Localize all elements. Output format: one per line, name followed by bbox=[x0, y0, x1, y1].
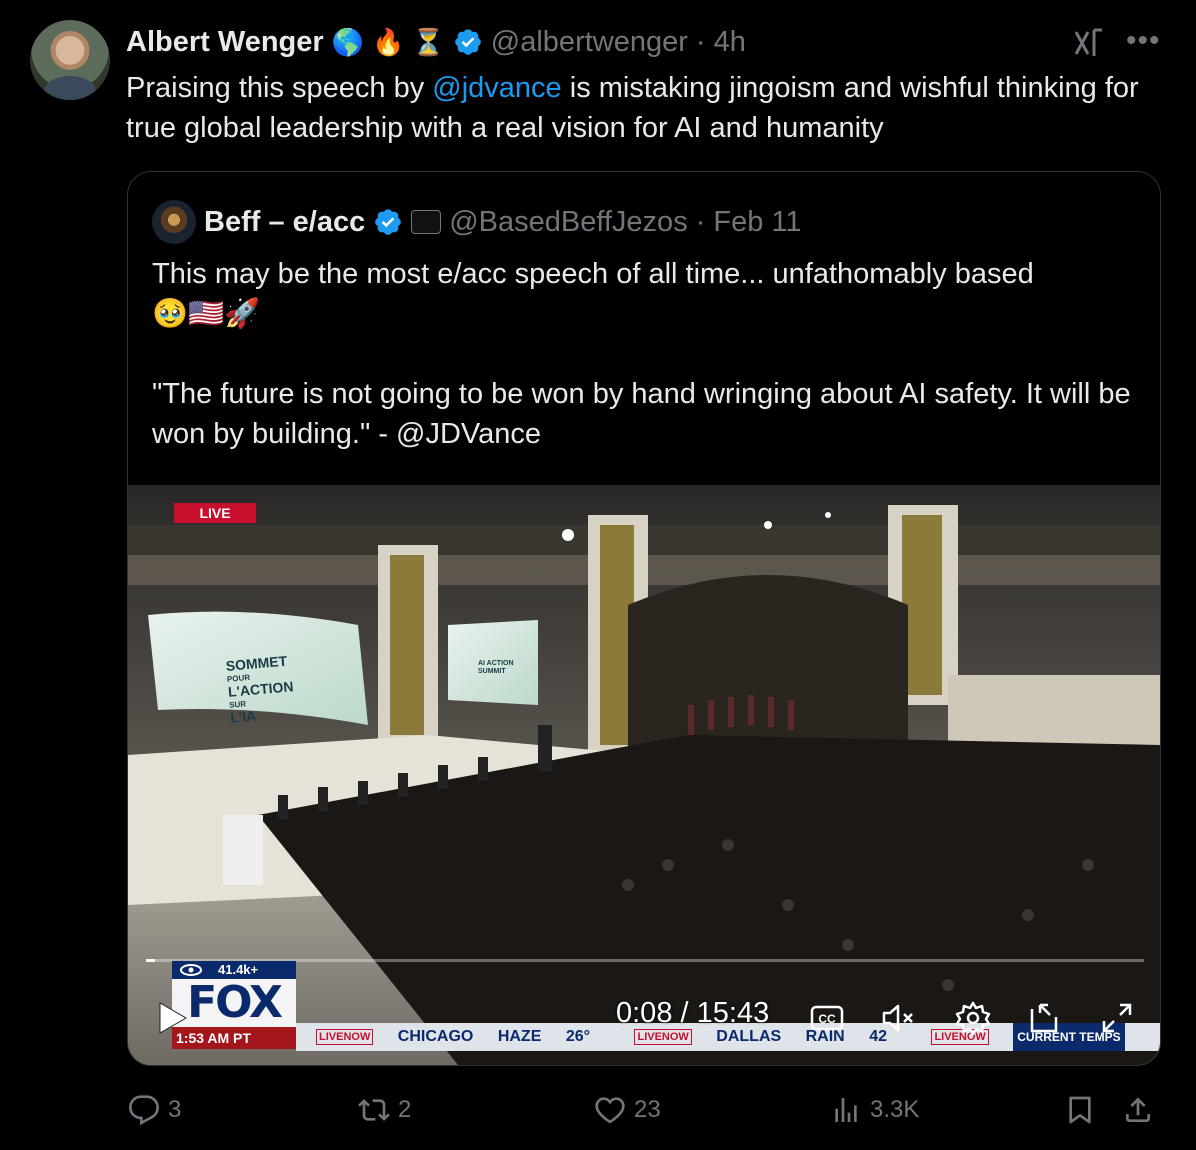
ticker-live-now-2: LIVENOW bbox=[634, 1028, 692, 1045]
quote-date[interactable]: Feb 11 bbox=[713, 206, 801, 239]
ticker-live-now: LIVENOW bbox=[316, 1028, 374, 1045]
video-player[interactable]: SOMMET POUR L'ACTION SUR L'IA AI ACTION … bbox=[128, 485, 1160, 1065]
avatar-shirt bbox=[44, 76, 96, 100]
summit-screen2-text: AI ACTION SUMMIT bbox=[478, 660, 514, 676]
picture-in-picture-icon[interactable] bbox=[1026, 999, 1064, 1037]
tweet-time[interactable]: 4h bbox=[714, 26, 746, 59]
settings-icon[interactable] bbox=[954, 999, 992, 1037]
ticker-city1: CHICAGO bbox=[397, 1028, 474, 1045]
share-icon bbox=[1126, 1097, 1150, 1122]
fullscreen-icon[interactable] bbox=[1098, 999, 1136, 1037]
quote-author-avatar[interactable] bbox=[152, 200, 196, 244]
progress-fill bbox=[146, 959, 155, 962]
time-separator: / bbox=[672, 997, 697, 1029]
eye-icon bbox=[180, 964, 202, 976]
grok-icon[interactable] bbox=[1072, 26, 1106, 60]
fox-logo: FOX bbox=[172, 979, 296, 1027]
reply-button[interactable]: 3 bbox=[128, 1092, 181, 1128]
tweet-header: Albert Wenger 🌎 🔥 ⏳ @albertwenger · 4h bbox=[126, 22, 746, 62]
ticker-temp1: 26° bbox=[565, 1028, 591, 1045]
fire-emoji: 🔥 bbox=[372, 27, 405, 57]
quote-emojis: 🥹🇺🇸🚀 bbox=[152, 298, 261, 330]
share-button[interactable] bbox=[1122, 1092, 1154, 1128]
tweet-text-start: Praising this speech by bbox=[126, 72, 433, 104]
reply-icon bbox=[128, 1095, 159, 1126]
repost-count: 2 bbox=[398, 1096, 412, 1123]
views-button[interactable]: 3.3K bbox=[830, 1092, 919, 1128]
summit2-text-2: SUMMIT bbox=[478, 668, 506, 675]
quote-text: This may be the most e/acc speech of all… bbox=[152, 254, 1142, 454]
closed-captions-icon[interactable]: CC bbox=[808, 999, 846, 1037]
like-button[interactable]: 23 bbox=[594, 1092, 661, 1128]
heart-icon bbox=[595, 1097, 625, 1124]
views-count: 3.3K bbox=[870, 1096, 920, 1123]
like-count: 23 bbox=[634, 1096, 661, 1123]
quoted-tweet[interactable]: Beff – e/acc @BasedBeffJezos · Feb 11 Th… bbox=[127, 171, 1161, 1066]
summit-screen-text: SOMMET POUR L'ACTION SUR L'IA bbox=[225, 653, 296, 726]
repost-icon bbox=[358, 1099, 390, 1121]
action-bar: 3 2 23 3.3K bbox=[128, 1092, 1168, 1132]
author-handle[interactable]: @albertwenger bbox=[491, 26, 688, 59]
tweet-text: Praising this speech by @jdvance is mist… bbox=[126, 68, 1176, 148]
quote-author-handle[interactable]: @BasedBeffJezos bbox=[449, 206, 688, 239]
summit2-text-1: AI ACTION bbox=[478, 660, 514, 667]
quote-text-quote: "The future is not going to be won by ha… bbox=[152, 378, 1131, 450]
views-chart-icon bbox=[835, 1098, 857, 1122]
mute-icon[interactable] bbox=[880, 999, 918, 1037]
verified-badge-icon bbox=[375, 209, 402, 235]
reply-count: 3 bbox=[168, 1096, 182, 1123]
affiliate-badge-icon bbox=[411, 210, 442, 234]
separator-dot: · bbox=[695, 205, 706, 238]
svg-text:CC: CC bbox=[818, 1012, 836, 1026]
time-current: 0:08 bbox=[616, 997, 673, 1029]
time-total: 15:43 bbox=[696, 997, 770, 1029]
play-icon[interactable] bbox=[158, 1001, 188, 1035]
fox-broadcast-time: 1:53 AM PT bbox=[172, 1027, 296, 1049]
fox-views-count: 41.4k+ bbox=[218, 962, 259, 977]
bookmark-icon bbox=[1069, 1096, 1091, 1124]
quote-author-name[interactable]: Beff – e/acc bbox=[204, 206, 365, 239]
quote-header: Beff – e/acc @BasedBeffJezos · Feb 11 bbox=[152, 200, 802, 244]
globe-emoji: 🌎 bbox=[331, 27, 365, 57]
ticker-weather1: HAZE bbox=[497, 1028, 542, 1045]
bookmark-button[interactable] bbox=[1064, 1092, 1096, 1128]
mention-link[interactable]: @jdvance bbox=[432, 72, 561, 104]
hourglass-emoji: ⏳ bbox=[412, 27, 445, 57]
repost-button[interactable]: 2 bbox=[358, 1092, 411, 1128]
verified-badge-icon bbox=[454, 29, 481, 55]
fox-bug: 41.4k+ FOX 1:53 AM PT bbox=[172, 961, 296, 1049]
live-badge: LIVE bbox=[174, 503, 256, 523]
more-options-icon[interactable]: ••• bbox=[1126, 26, 1162, 60]
time-display: 0:08 / 15:43 bbox=[616, 997, 769, 1030]
quote-text-line1: This may be the most e/acc speech of all… bbox=[152, 258, 1034, 290]
author-name[interactable]: Albert Wenger bbox=[126, 26, 324, 59]
author-avatar[interactable] bbox=[30, 20, 110, 100]
separator-dot: · bbox=[695, 25, 706, 58]
